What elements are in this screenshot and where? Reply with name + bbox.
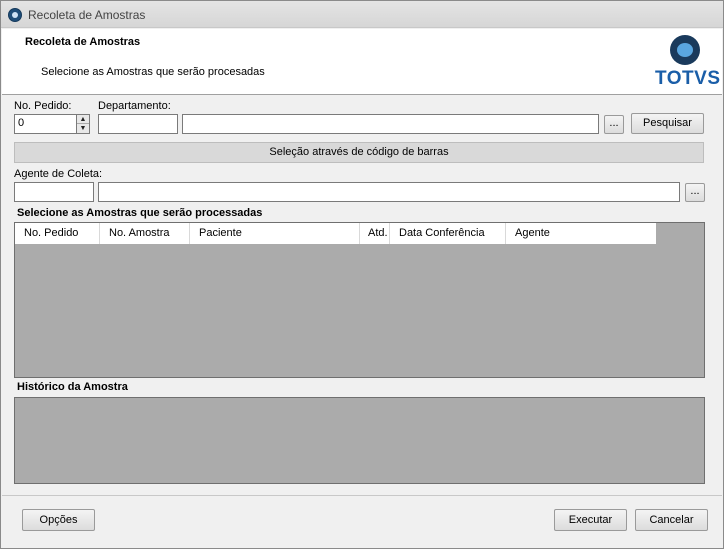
title-bar: Recoleta de Amostras bbox=[1, 1, 723, 28]
agente-code-input[interactable] bbox=[14, 182, 94, 202]
agente-browse-button[interactable]: ... bbox=[685, 183, 705, 202]
col-data-conferencia[interactable]: Data Conferência bbox=[390, 223, 506, 244]
executar-button[interactable]: Executar bbox=[554, 509, 627, 531]
spin-up-icon[interactable]: ▲ bbox=[77, 115, 89, 124]
departamento-name-input[interactable] bbox=[182, 114, 599, 134]
samples-grid[interactable]: No. Pedido No. Amostra Paciente Atd. Dat… bbox=[14, 222, 705, 378]
totvs-logo: TOTVS bbox=[655, 68, 721, 89]
agente-label: Agente de Coleta: bbox=[14, 168, 103, 180]
header-title: Recoleta de Amostras bbox=[25, 36, 141, 48]
cancelar-button[interactable]: Cancelar bbox=[635, 509, 708, 531]
samples-section-title: Selecione as Amostras que serão processa… bbox=[17, 207, 263, 219]
barcode-selection-button[interactable]: Seleção através de código de barras bbox=[14, 142, 704, 163]
pesquisar-button[interactable]: Pesquisar bbox=[631, 113, 704, 134]
col-paciente[interactable]: Paciente bbox=[190, 223, 360, 244]
history-panel bbox=[14, 397, 705, 484]
no-pedido-label: No. Pedido: bbox=[14, 100, 72, 112]
history-section-title: Histórico da Amostra bbox=[17, 381, 128, 393]
app-icon bbox=[8, 8, 22, 22]
spin-down-icon[interactable]: ▼ bbox=[77, 124, 89, 133]
col-no-amostra[interactable]: No. Amostra bbox=[100, 223, 190, 244]
main-window: Recoleta de Amostras Recoleta de Amostra… bbox=[0, 0, 724, 549]
footer-divider bbox=[2, 495, 722, 496]
departamento-code-input[interactable] bbox=[98, 114, 178, 134]
departamento-browse-button[interactable]: ... bbox=[604, 115, 624, 134]
opcoes-button[interactable]: Opções bbox=[22, 509, 95, 531]
agente-name-input[interactable] bbox=[98, 182, 680, 202]
col-no-pedido[interactable]: No. Pedido bbox=[15, 223, 100, 244]
wizard-header: Recoleta de Amostras Selecione as Amostr… bbox=[2, 29, 722, 95]
col-atd[interactable]: Atd. bbox=[360, 223, 390, 244]
header-subtitle: Selecione as Amostras que serão procesad… bbox=[41, 66, 265, 78]
no-pedido-input[interactable]: 0 bbox=[14, 114, 77, 134]
departamento-label: Departamento: bbox=[98, 100, 171, 112]
totvs-logo-icon bbox=[670, 35, 700, 65]
col-agente[interactable]: Agente bbox=[506, 223, 656, 244]
no-pedido-spinner[interactable]: ▲ ▼ bbox=[76, 114, 90, 134]
samples-grid-header: No. Pedido No. Amostra Paciente Atd. Dat… bbox=[15, 223, 656, 244]
window-title: Recoleta de Amostras bbox=[28, 8, 146, 22]
